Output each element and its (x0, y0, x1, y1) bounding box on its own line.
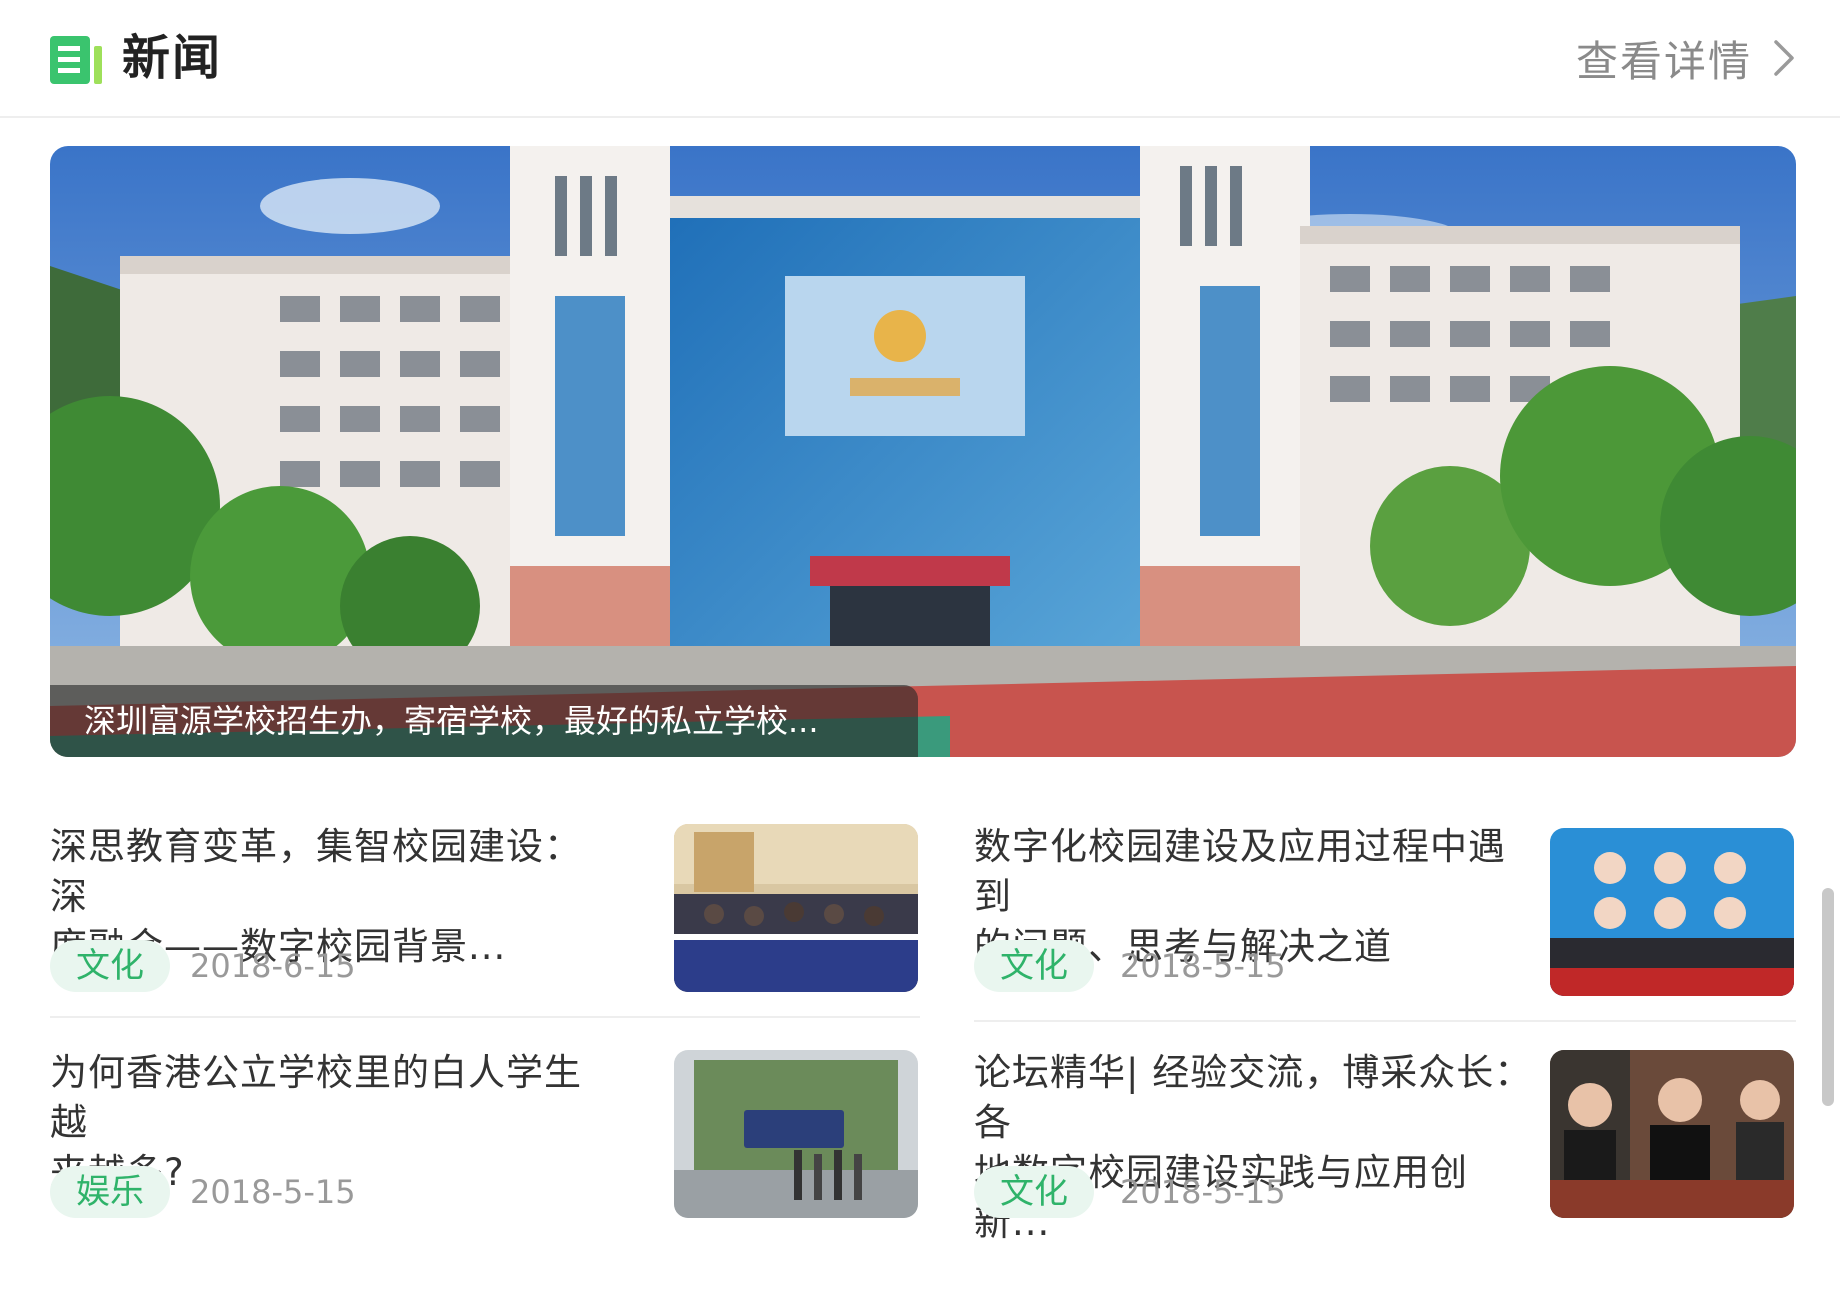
featured-news-banner[interactable]: 深圳富源学校招生办，寄宿学校，最好的私立学校... (50, 146, 1796, 757)
school-building-image (50, 146, 1796, 757)
news-title-line: 为何香港公立学校里的白人学生越 (50, 1051, 582, 1144)
news-thumbnail (1550, 828, 1794, 996)
news-item[interactable]: 为何香港公立学校里的白人学生越 来越多? 娱乐 2018-5-15 (50, 1048, 920, 1220)
news-title-line: 论坛精华| 经验交流，博采众长：各 (974, 1051, 1533, 1144)
news-item[interactable]: 数字化校园建设及应用过程中遇到 的问题、思考与解决之道 文化 2018-5-15 (974, 822, 1796, 996)
news-list-icon (50, 36, 102, 84)
category-tag: 文化 (50, 940, 170, 992)
view-details-label: 查看详情 (1575, 36, 1752, 86)
news-title: 论坛精华| 经验交流，博采众长：各 地数字校园建设实践与应用创新... (974, 1048, 1534, 1248)
news-title-line: 深思教育变革，集智校园建设：深 (50, 825, 582, 918)
news-thumbnail (674, 824, 918, 992)
news-date: 2018-6-15 (190, 947, 356, 985)
scrollbar-thumb[interactable] (1822, 888, 1834, 1106)
news-date: 2018-5-15 (1120, 1173, 1286, 1211)
page-title: 新闻 (122, 30, 223, 86)
news-thumbnail (1550, 1050, 1794, 1218)
news-divider (50, 1016, 920, 1018)
news-date: 2018-5-15 (1120, 947, 1286, 985)
news-title-line: 数字化校园建设及应用过程中遇到 (974, 825, 1506, 918)
category-tag: 文化 (974, 1166, 1094, 1218)
view-details-link[interactable]: 查看详情 (1576, 28, 1798, 88)
featured-news-caption: 深圳富源学校招生办，寄宿学校，最好的私立学校... (50, 685, 918, 757)
category-tag: 文化 (974, 940, 1094, 992)
news-thumbnail (674, 1050, 918, 1218)
category-tag: 娱乐 (50, 1166, 170, 1218)
news-item[interactable]: 论坛精华| 经验交流，博采众长：各 地数字校园建设实践与应用创新... 文化 2… (974, 1048, 1796, 1244)
header-bar: 新闻 查看详情 (0, 0, 1840, 118)
news-date: 2018-5-15 (190, 1173, 356, 1211)
news-item[interactable]: 深思教育变革，集智校园建设：深 度融合——数字校园背景... 文化 2018-6… (50, 822, 920, 992)
chevron-right-icon (1774, 40, 1794, 76)
news-divider (974, 1020, 1796, 1022)
